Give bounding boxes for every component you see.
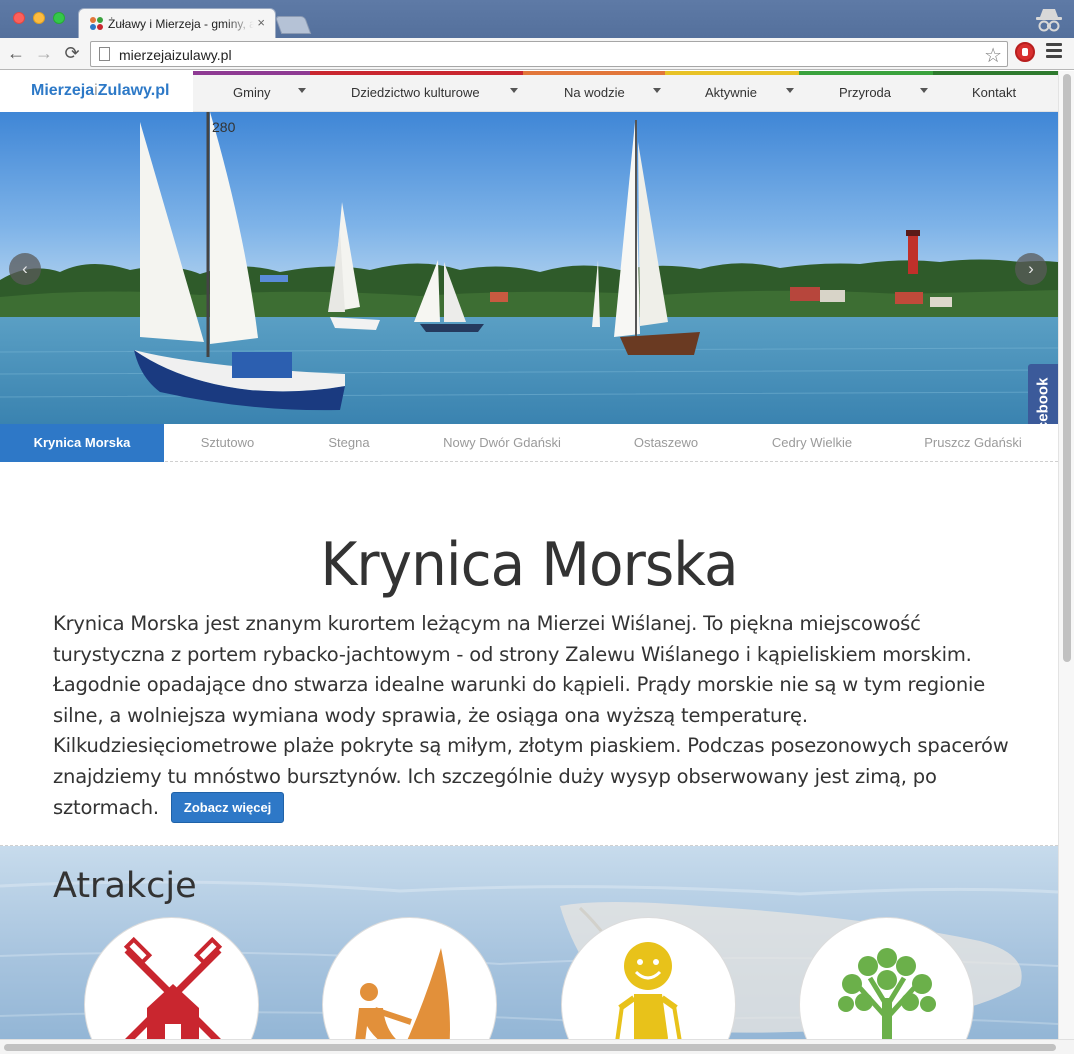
browser-tab-active[interactable]: Żuławy i Mierzeja - gminy, atrakcje × [78, 8, 276, 39]
vertical-scrollbar[interactable] [1058, 71, 1074, 1054]
town-tabs: Krynica Morska Sztutowo Stegna Nowy Dwór… [0, 424, 1058, 462]
minimize-window-button[interactable] [33, 12, 45, 24]
nav-label: Na wodzie [564, 85, 625, 100]
new-tab-button[interactable] [274, 16, 312, 34]
nav-color-bar [310, 71, 523, 75]
nav-label: Gminy [233, 85, 271, 100]
nav-color-bar [933, 71, 1058, 75]
logo-part2: Zulawy.pl [97, 82, 170, 99]
nav-label: Kontakt [972, 85, 1017, 100]
page-viewport: MierzejaiZulawy.pl Gminy Dziedzictwo kul… [0, 71, 1074, 1054]
carousel-prev-button[interactable]: ‹ [9, 253, 41, 285]
hiker-icon [613, 942, 685, 1054]
hero-image-sailboats: 280 [0, 112, 1058, 424]
page-title: Krynica Morska [320, 530, 738, 600]
attractions-section: Atrakcje [0, 845, 1058, 1054]
browser-menu-icon[interactable] [1046, 43, 1062, 61]
address-bar[interactable]: mierzejaizulawy.pl ☆ [90, 41, 1008, 67]
attraction-nature[interactable] [799, 917, 974, 1054]
maximize-window-button[interactable] [53, 12, 65, 24]
tab-ostaszewo[interactable]: Ostaszewo [620, 424, 712, 462]
browser-toolbar: ← → ⟳ mierzejaizulawy.pl ☆ [0, 38, 1074, 70]
nav-item-kontakt[interactable]: Kontakt [933, 71, 1058, 112]
chevron-down-icon [653, 88, 661, 93]
attraction-water[interactable] [322, 917, 497, 1054]
nav-label: Aktywnie [705, 85, 758, 100]
browser-window: Żuławy i Mierzeja - gminy, atrakcje × ← … [0, 0, 1074, 1054]
nav-item-gminy[interactable]: Gminy [193, 71, 310, 112]
logo-part1: Mierzeja [31, 82, 95, 99]
site-favicon-icon [90, 17, 104, 31]
forward-arrow-icon[interactable]: → [34, 43, 54, 63]
attraction-culture[interactable] [84, 917, 259, 1054]
page-icon [99, 47, 110, 61]
tab-krynica-morska[interactable]: Krynica Morska [0, 424, 164, 462]
nav-label: Dziedzictwo kulturowe [351, 85, 480, 100]
chevron-down-icon [920, 88, 928, 93]
intro-text: Krynica Morska jest znanym kurortem leżą… [53, 612, 1009, 819]
vertical-scrollbar-thumb[interactable] [1063, 74, 1071, 662]
chevron-down-icon [786, 88, 794, 93]
bookmark-star-icon[interactable]: ☆ [984, 43, 1002, 68]
tab-pruszcz-gdanski[interactable]: Pruszcz Gdański [912, 424, 1034, 462]
tab-nowy-dwor-gdanski[interactable]: Nowy Dwór Gdański [430, 424, 574, 462]
attraction-active[interactable] [561, 917, 736, 1054]
back-arrow-icon[interactable]: ← [6, 43, 26, 63]
reload-icon[interactable]: ⟳ [62, 43, 82, 63]
carousel-next-button[interactable]: › [1015, 253, 1047, 285]
chevron-down-icon [510, 88, 518, 93]
tab-stegna[interactable]: Stegna [314, 424, 384, 462]
nav-color-bar [665, 71, 799, 75]
nav-color-bar [193, 71, 310, 75]
intro-paragraph: Krynica Morska jest znanym kurortem leżą… [53, 609, 1013, 824]
nav-color-bar [523, 71, 665, 75]
nav-label: Przyroda [839, 85, 892, 100]
nav-item-dziedzictwo[interactable]: Dziedzictwo kulturowe [310, 71, 523, 112]
extension-icon[interactable] [1015, 42, 1035, 62]
nav-item-na-wodzie[interactable]: Na wodzie [523, 71, 665, 112]
sailing-icon [353, 948, 450, 1054]
attractions-heading: Atrakcje [53, 866, 197, 906]
tab-sztutowo[interactable]: Sztutowo [185, 424, 270, 462]
nav-color-bar [799, 71, 933, 75]
tab-close-icon[interactable]: × [257, 15, 265, 30]
horizontal-scrollbar[interactable] [0, 1039, 1074, 1054]
svg-text:280: 280 [212, 119, 236, 135]
close-window-button[interactable] [13, 12, 25, 24]
tree-icon [838, 948, 936, 1054]
site-navbar: MierzejaiZulawy.pl Gminy Dziedzictwo kul… [0, 71, 1058, 112]
hero-carousel: 280 ‹ › [0, 112, 1058, 424]
tab-title: Żuławy i Mierzeja - gminy, atrakcje [108, 17, 254, 31]
site-logo[interactable]: MierzejaiZulawy.pl [0, 71, 193, 112]
horizontal-scrollbar-thumb[interactable] [4, 1044, 1056, 1051]
windmill-icon [123, 936, 223, 1048]
tab-cedry-wielkie[interactable]: Cedry Wielkie [758, 424, 866, 462]
nav-item-aktywnie[interactable]: Aktywnie [665, 71, 799, 112]
nav-item-przyroda[interactable]: Przyroda [799, 71, 933, 112]
incognito-icon [1036, 9, 1062, 32]
see-more-button[interactable]: Zobacz więcej [170, 792, 285, 823]
browser-titlebar: Żuławy i Mierzeja - gminy, atrakcje × [0, 0, 1074, 39]
url-text[interactable]: mierzejaizulawy.pl [119, 47, 232, 63]
chevron-down-icon [298, 88, 306, 93]
